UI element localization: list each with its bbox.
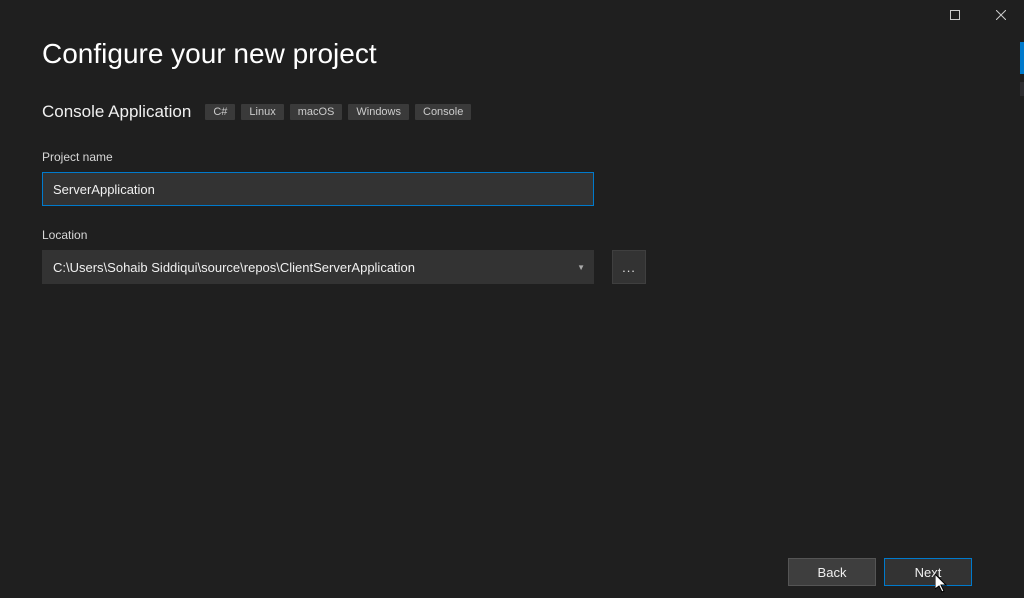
next-button[interactable]: Next: [884, 558, 972, 586]
tag-console: Console: [415, 104, 471, 120]
location-label: Location: [42, 228, 982, 242]
template-info-row: Console Application C# Linux macOS Windo…: [42, 102, 982, 122]
tag-windows: Windows: [348, 104, 409, 120]
location-dropdown[interactable]: C:\Users\Sohaib Siddiqui\source\repos\Cl…: [42, 250, 594, 284]
scrollbar-accent-2: [1020, 82, 1024, 96]
page-title: Configure your new project: [42, 38, 982, 70]
close-icon: [996, 10, 1006, 20]
project-name-input[interactable]: [42, 172, 594, 206]
tag-macos: macOS: [290, 104, 343, 120]
dialog-content: Configure your new project Console Appli…: [0, 0, 1024, 284]
maximize-button[interactable]: [932, 0, 978, 30]
tag-linux: Linux: [241, 104, 283, 120]
project-name-label: Project name: [42, 150, 982, 164]
scrollbar-accent: [1020, 42, 1024, 74]
location-value: C:\Users\Sohaib Siddiqui\source\repos\Cl…: [53, 260, 415, 275]
back-button[interactable]: Back: [788, 558, 876, 586]
location-row: C:\Users\Sohaib Siddiqui\source\repos\Cl…: [42, 250, 982, 284]
browse-button[interactable]: ...: [612, 250, 646, 284]
footer-buttons: Back Next: [788, 558, 972, 586]
close-button[interactable]: [978, 0, 1024, 30]
template-tags: C# Linux macOS Windows Console: [205, 104, 471, 120]
template-name: Console Application: [42, 102, 191, 122]
chevron-down-icon: ▼: [577, 263, 585, 272]
window-titlebar: [932, 0, 1024, 30]
tag-csharp: C#: [205, 104, 235, 120]
maximize-icon: [950, 10, 960, 20]
